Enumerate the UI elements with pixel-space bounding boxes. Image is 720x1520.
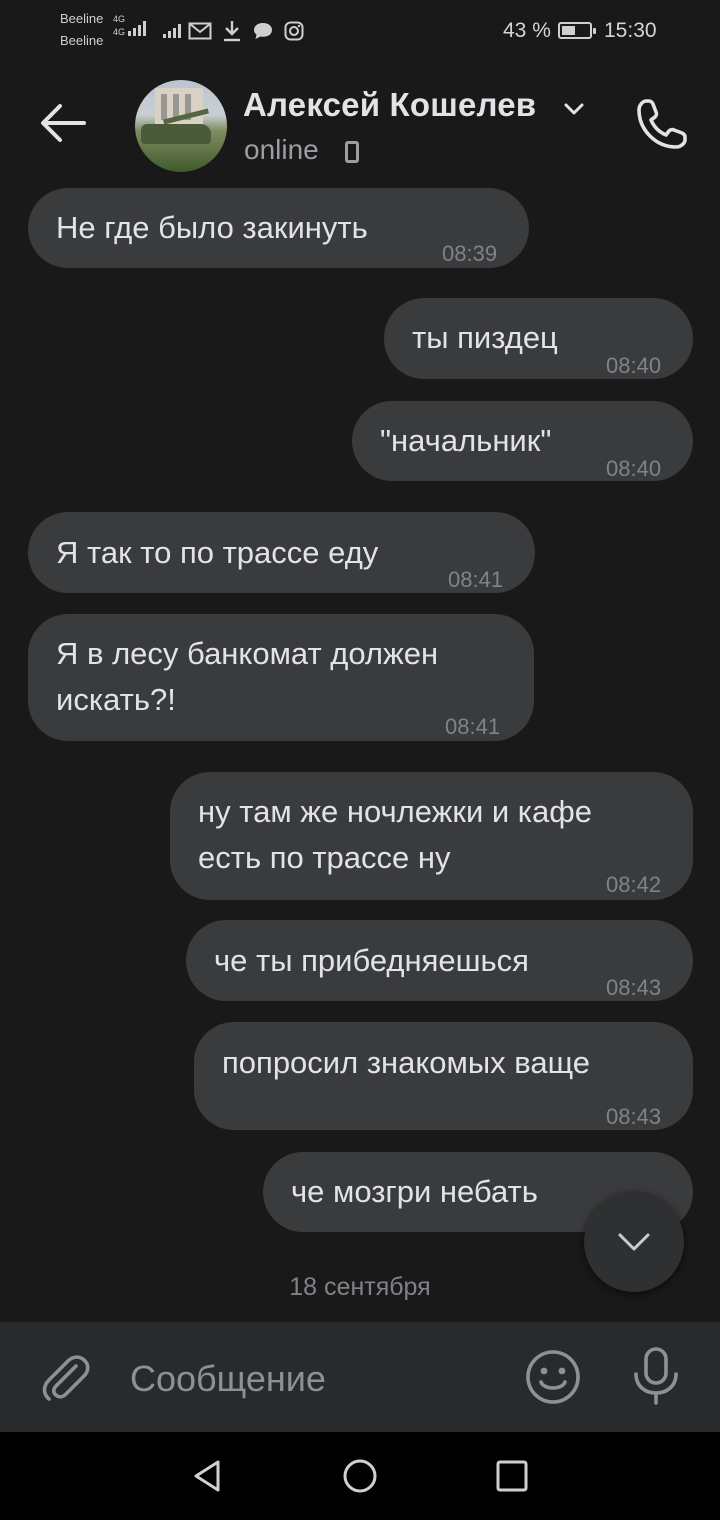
signal-2-icon (163, 22, 181, 38)
mail-icon (188, 22, 212, 40)
mobile-device-icon (345, 141, 359, 163)
contact-name[interactable]: Алексей Кошелев (243, 86, 536, 124)
message-bubble-in[interactable]: Я так то по трассе еду 08:41 (28, 512, 535, 593)
message-time: 08:40 (606, 353, 662, 378)
presence-status: online (244, 134, 319, 165)
signal-1-icon (128, 20, 146, 36)
operator-1-label: Beeline (60, 11, 104, 26)
message-text: попросил знакомых ваще (222, 1045, 591, 1080)
nav-back-icon[interactable] (188, 1456, 228, 1496)
chat-header: Алексей Кошелев online (0, 62, 720, 184)
message-time: 08:39 (442, 241, 498, 266)
message-composer: Сообщение (0, 1322, 720, 1432)
nav-home-icon[interactable] (340, 1456, 380, 1496)
message-text: Не где было закинуть (56, 210, 368, 245)
arrow-left-icon[interactable] (38, 100, 88, 146)
smiley-icon[interactable] (524, 1348, 582, 1406)
message-text: Я так то по трассе еду (56, 535, 379, 570)
message-bubble-out[interactable]: ты пиздец 08:40 (384, 298, 693, 379)
chevron-down-icon[interactable] (563, 102, 585, 116)
avatar-tank (141, 124, 211, 144)
message-text-line-1: ну там же ночлежки и кафе (198, 794, 593, 829)
instagram-icon (284, 21, 304, 41)
message-input[interactable]: Сообщение (130, 1358, 326, 1400)
message-text: че мозгри небать (291, 1174, 538, 1209)
message-time: 08:42 (606, 872, 662, 897)
message-text-line-2: есть по трассе ну (198, 840, 451, 875)
download-icon (224, 21, 240, 42)
avatar-building (155, 88, 203, 128)
message-bubble-out[interactable]: попросил знакомых ваще 08:43 (194, 1022, 693, 1130)
message-time: 08:43 (606, 975, 662, 1000)
scroll-down-button[interactable] (584, 1192, 684, 1292)
network-type-1: 4G (113, 14, 126, 24)
nav-recents-icon[interactable] (492, 1456, 532, 1496)
chevron-down-icon (618, 1233, 650, 1251)
message-text: че ты прибедняешься (214, 943, 529, 978)
paperclip-icon[interactable] (38, 1350, 94, 1406)
chat-notification-icon (254, 23, 272, 39)
message-bubble-out[interactable]: "начальник" 08:40 (352, 401, 693, 481)
message-bubble-out[interactable]: че ты прибедняешься 08:43 (186, 920, 693, 1001)
message-bubble-in[interactable]: Не где было закинуть 08:39 (28, 188, 529, 268)
battery-percent: 43 % (503, 19, 551, 42)
message-time: 08:40 (606, 456, 662, 481)
operator-2-label: Beeline (60, 33, 104, 48)
message-text: ты пиздец (412, 320, 558, 355)
avatar[interactable] (135, 80, 227, 172)
network-type-2: 4G (113, 27, 126, 37)
message-time: 08:41 (448, 567, 504, 592)
navigation-bar (0, 1432, 720, 1520)
phone-icon[interactable] (634, 96, 690, 152)
message-time: 08:43 (606, 1104, 662, 1129)
message-text: "начальник" (380, 423, 552, 458)
message-time: 08:41 (445, 714, 501, 739)
microphone-icon[interactable] (630, 1346, 682, 1406)
message-text-line-1: Я в лесу банкомат должен (56, 636, 439, 671)
status-bar: Beeline Beeline 4G 4G 43 % 15:30 (0, 0, 720, 62)
battery-level (562, 26, 575, 35)
message-text-line-2: искать?! (56, 682, 176, 717)
battery-icon (558, 22, 596, 39)
clock: 15:30 (604, 19, 657, 42)
message-bubble-out[interactable]: ну там же ночлежки и кафе есть по трассе… (170, 772, 693, 900)
message-bubble-in[interactable]: Я в лесу банкомат должен искать?! 08:41 (28, 614, 534, 741)
